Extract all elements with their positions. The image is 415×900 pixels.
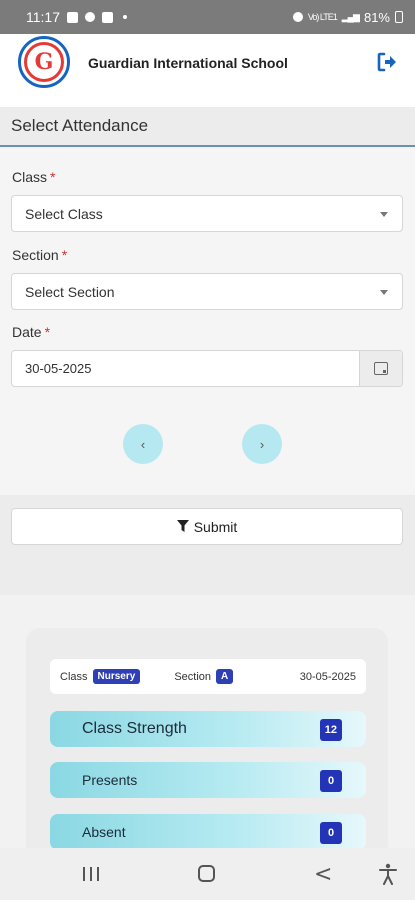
summary-info-bar: Class Nursery Section A 30-05-2025 [50,659,366,694]
required-mark: * [50,169,56,185]
class-badge: Nursery [92,669,141,684]
chevron-down-icon [380,212,388,217]
stat-class-strength: Class Strength 12 [50,711,366,747]
submit-label: Submit [193,518,238,535]
page-title: Select Attendance [11,116,149,135]
required-mark: * [44,324,51,340]
school-name: Guardian International School [88,55,288,71]
class-select-value: Select Class [25,205,103,222]
section-label: Section * [12,247,67,263]
class-select[interactable]: Select Class [11,195,403,232]
filter-icon [176,520,189,532]
stat-count: 0 [320,822,342,844]
class-label-text: Class [12,169,48,185]
app-header: G Guardian International School [0,34,415,107]
date-label: Date * [12,324,50,340]
status-bar: 11:17 Vo) LTE1 ▂▄▆ 81% [0,0,415,34]
required-mark: * [61,247,68,263]
summary-date: 30-05-2025 [299,670,356,683]
stat-count: 0 [320,770,342,792]
attendance-summary-card: Class Nursery Section A 30-05-2025 Class… [26,628,388,858]
notification-icon [102,11,113,23]
summary-section-label: Section [174,670,212,683]
date-field[interactable]: 30-05-2025 [11,350,403,387]
stat-absent: Absent 0 [50,814,366,850]
date-label-text: Date [12,324,42,340]
recent-apps-icon[interactable] [83,867,99,881]
section-select[interactable]: Select Section [11,273,403,310]
status-time: 11:17 [26,9,60,25]
next-date-button[interactable]: › [242,424,282,464]
calendar-icon [374,362,388,375]
class-label: Class * [12,169,55,185]
section-badge: A [216,669,234,684]
instagram-icon [85,12,95,22]
stat-label: Absent [82,824,126,840]
system-nav-bar: < [0,848,415,900]
stat-label: Class Strength [82,720,187,737]
more-notifications-icon [123,15,127,19]
accessibility-icon[interactable] [378,863,398,885]
calendar-button[interactable] [359,351,402,386]
chevron-right-icon: › [259,436,265,452]
summary-class-label: Class [60,670,88,683]
chevron-left-icon: ‹ [140,436,146,452]
gallery-icon [67,11,78,23]
signal-icon: ▂▄▆ [341,11,360,22]
school-logo: G [18,36,70,88]
submit-button[interactable]: Submit [11,508,403,545]
school-crest-logo-icon: G [24,42,64,82]
summary-section-group: Section A [174,669,234,684]
page-title-bar: Select Attendance [0,107,415,147]
section-select-value: Select Section [25,283,115,300]
back-icon[interactable]: < [314,862,332,887]
section-label-text: Section [12,247,59,263]
logout-icon[interactable] [375,50,399,74]
stat-presents: Presents 0 [50,762,366,798]
network-indicator: Vo) LTE1 [307,12,338,22]
chevron-down-icon [380,290,388,295]
previous-date-button[interactable]: ‹ [123,424,163,464]
stat-count: 12 [319,719,342,741]
battery-icon [395,11,403,23]
hotspot-icon [292,12,303,22]
date-field-value: 30-05-2025 [25,361,92,376]
attendance-form: Class * Select Class Section * Select Sect… [0,149,415,495]
home-icon[interactable] [198,865,215,882]
battery-level: 81% [363,9,390,25]
stat-label: Presents [82,772,138,788]
submit-section: Submit [0,495,415,595]
